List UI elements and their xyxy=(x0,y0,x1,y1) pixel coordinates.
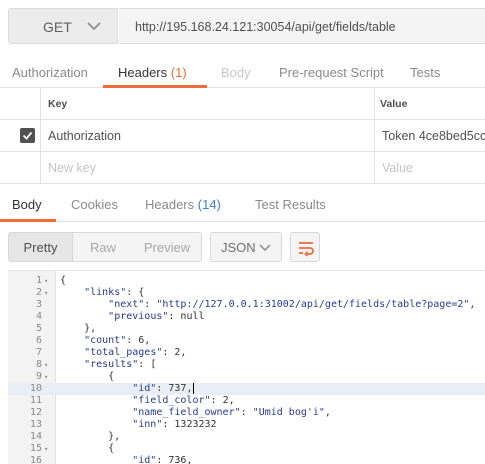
line-number: 12 xyxy=(29,407,42,418)
text-cursor xyxy=(193,383,195,394)
key-column-header: Key xyxy=(48,98,68,110)
view-raw-button[interactable]: Raw xyxy=(73,233,133,261)
line-number: 3 xyxy=(35,299,42,310)
header-row: Authorization Token 4ce8bed5cc xyxy=(0,120,485,152)
format-select-label: JSON xyxy=(221,240,256,255)
code-line: 10 "id": 737, xyxy=(8,383,485,395)
url-input[interactable]: http://195.168.24.121:30054/api/get/fiel… xyxy=(119,8,485,44)
fold-toggle-icon[interactable]: ▾ xyxy=(44,443,48,455)
view-preview-button[interactable]: Preview xyxy=(133,233,201,261)
code-line: 13 "inn": 1323232 xyxy=(8,419,485,431)
new-key-input[interactable]: New key xyxy=(48,161,96,175)
fold-toggle-icon[interactable]: ▾ xyxy=(44,287,48,299)
line-number: 5 xyxy=(35,323,42,334)
line-number: 11 xyxy=(29,395,42,406)
code-text: }, xyxy=(60,323,97,334)
code-text: }, xyxy=(60,431,121,442)
chevron-down-icon xyxy=(87,22,101,31)
response-body-editor[interactable]: 1 ▾{2 ▾ "links": {3 "next": "http://127.0.… xyxy=(8,270,485,464)
format-select[interactable]: JSON xyxy=(210,232,282,262)
fold-toggle-icon[interactable]: ▾ xyxy=(44,371,48,383)
wrap-lines-button[interactable] xyxy=(290,232,320,262)
header-key-field[interactable]: Authorization xyxy=(48,129,121,143)
code-text: "results": [ xyxy=(84,359,157,370)
code-text: "id": 737, xyxy=(132,383,195,394)
code-text: { xyxy=(60,443,115,454)
tab-pre-request-script[interactable]: Pre-request Script xyxy=(279,65,384,80)
code-text: "total_pages": 2, xyxy=(84,347,187,358)
code-text: { xyxy=(60,371,115,382)
code-line: 1 ▾ { xyxy=(8,275,485,287)
response-tab-test-results[interactable]: Test Results xyxy=(255,197,326,212)
line-number: 4 xyxy=(35,311,42,322)
code-line: 5 }, xyxy=(8,323,485,335)
view-pretty-button[interactable]: Pretty xyxy=(9,233,73,261)
tab-headers[interactable]: Headers (1) xyxy=(118,65,187,80)
check-icon xyxy=(22,131,33,140)
code-line: 11 "field_color": 2, xyxy=(8,395,485,407)
line-number: 7 xyxy=(35,347,42,358)
code-text: "previous": null xyxy=(108,311,205,322)
code-line: 4 "previous": null xyxy=(8,311,485,323)
line-number: 13 xyxy=(29,419,42,430)
header-value-field[interactable]: Token 4ce8bed5cc xyxy=(382,129,485,143)
code-text: "field_color": 2, xyxy=(132,395,235,406)
code-line: 16 "id": 736, xyxy=(8,455,485,464)
value-column-header: Value xyxy=(380,98,408,110)
code-line: 3 "next": "http://127.0.0.1:31002/api/ge… xyxy=(8,299,485,311)
line-number: 8 xyxy=(35,359,42,370)
code-text: "id": 736, xyxy=(132,455,193,464)
code-text: "links": { xyxy=(84,287,145,298)
code-text: "name_field_owner": "Umid bog'i", xyxy=(132,407,331,418)
line-number: 16 xyxy=(29,455,42,464)
code-line: 15 ▾ { xyxy=(8,443,485,455)
line-number: 9 xyxy=(35,371,42,382)
new-header-row: New key Value xyxy=(0,152,485,184)
line-number: 10 xyxy=(29,383,42,394)
response-tab-headers[interactable]: Headers (14) xyxy=(145,197,221,212)
fold-toggle-icon[interactable]: ▾ xyxy=(44,359,48,371)
header-enabled-checkbox[interactable] xyxy=(20,128,35,143)
url-text: http://195.168.24.121:30054/api/get/fiel… xyxy=(135,20,396,34)
code-line: 9 ▾ { xyxy=(8,371,485,383)
code-text: "count": 6, xyxy=(84,335,151,346)
tab-authorization[interactable]: Authorization xyxy=(12,65,88,80)
code-text: { xyxy=(60,275,67,286)
response-tab-cookies[interactable]: Cookies xyxy=(71,197,118,212)
headers-count-badge: (1) xyxy=(170,65,187,80)
method-dropdown[interactable]: GET xyxy=(8,8,118,44)
tab-tests[interactable]: Tests xyxy=(410,65,440,80)
view-mode-group: Pretty Raw Preview xyxy=(8,232,202,262)
headers-table-header: Key Value xyxy=(0,88,485,120)
code-line: 8 ▾ "results": [ xyxy=(8,359,485,371)
response-tab-body[interactable]: Body xyxy=(12,197,42,212)
request-url-bar: GET http://195.168.24.121:30054/api/get/… xyxy=(0,0,485,52)
code-line: 12 "name_field_owner": "Umid bog'i", xyxy=(8,407,485,419)
fold-toggle-icon[interactable]: ▾ xyxy=(44,275,48,287)
line-number: 6 xyxy=(35,335,42,346)
response-headers-count-badge: (14) xyxy=(197,197,221,212)
line-number: 1 xyxy=(35,275,42,286)
code-line: 6 "count": 6, xyxy=(8,335,485,347)
code-line: 2 ▾ "links": { xyxy=(8,287,485,299)
line-number: 2 xyxy=(35,287,42,298)
code-text: "next": "http://127.0.0.1:31002/api/get/… xyxy=(108,299,476,310)
new-value-input[interactable]: Value xyxy=(382,161,413,175)
line-number: 15 xyxy=(29,443,42,454)
chevron-down-icon xyxy=(259,244,271,252)
line-number: 14 xyxy=(29,431,42,442)
request-tabs: Authorization Headers (1) Body Pre-reque… xyxy=(0,52,485,88)
active-response-tab-indicator xyxy=(0,219,56,222)
code-line: 7 "total_pages": 2, xyxy=(8,347,485,359)
code-line: 14 }, xyxy=(8,431,485,443)
wrap-lines-icon xyxy=(299,242,314,257)
tab-body[interactable]: Body xyxy=(221,65,251,80)
response-tabs: Body Cookies Headers (14) Test Results xyxy=(0,186,485,222)
code-text: "inn": 1323232 xyxy=(132,419,217,430)
method-label: GET xyxy=(43,19,72,35)
